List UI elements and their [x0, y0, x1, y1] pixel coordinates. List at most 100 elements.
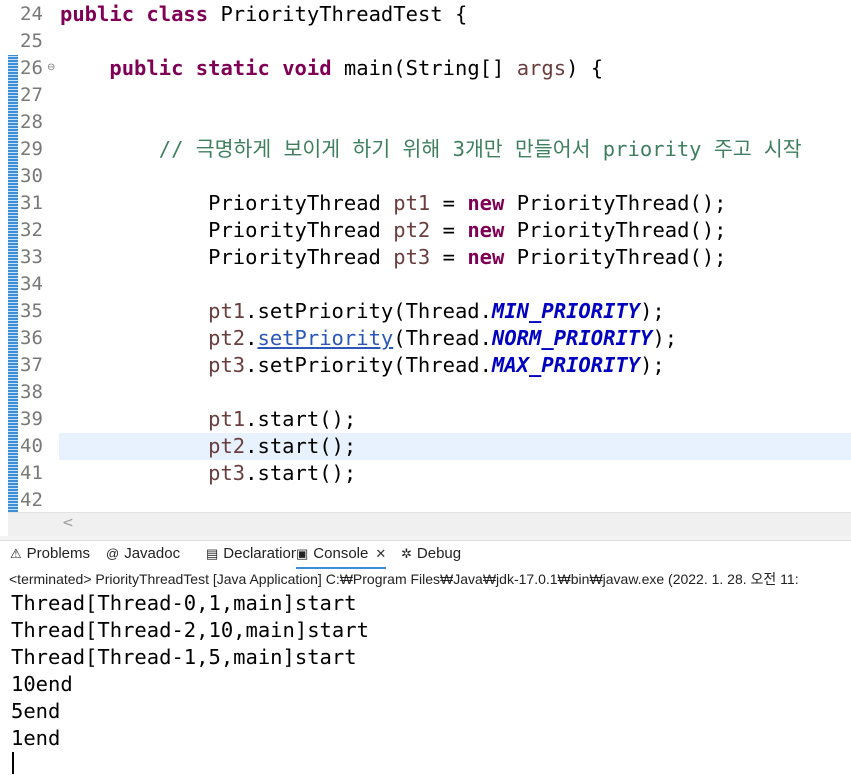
line-number: 32: [20, 219, 43, 241]
line-number: 34: [20, 273, 43, 295]
code-token: );: [640, 299, 665, 323]
code-token: PriorityThread();: [516, 245, 727, 269]
code-token: pt3: [208, 461, 246, 485]
code-token: MAX_PRIORITY: [491, 353, 641, 377]
code-line[interactable]: PriorityThread pt1 = new PriorityThread(…: [60, 190, 727, 217]
tab-declaration[interactable]: ▤ Declaration: [206, 541, 299, 567]
horizontal-scrollbar[interactable]: <: [8, 512, 851, 537]
line-number: 30: [20, 165, 43, 187]
fold-icon[interactable]: ⊖: [47, 62, 55, 73]
console-line: Thread[Thread-0,1,main]start: [11, 591, 357, 615]
scroll-left-icon[interactable]: <: [62, 515, 74, 531]
tab-console[interactable]: ▣ Console ✕: [296, 541, 387, 569]
code-token: pt3: [208, 353, 246, 377]
code-token: PriorityThread: [60, 245, 394, 269]
code-token: .: [245, 326, 258, 350]
close-icon[interactable]: ✕: [375, 541, 386, 567]
debug-icon: ✲: [401, 546, 412, 561]
code-token: args: [516, 56, 567, 80]
line-number: 40: [20, 435, 43, 457]
code-line[interactable]: public static void main(String[] args) {: [60, 55, 603, 82]
code-token: .setPriority(Thread.: [245, 353, 492, 377]
line-number: 39: [20, 408, 43, 430]
code-token: NORM_PRIORITY: [492, 326, 653, 350]
problems-icon: ⚠: [10, 546, 22, 561]
console-output[interactable]: Thread[Thread-0,1,main]start Thread[Threa…: [0, 590, 851, 775]
tab-problems[interactable]: ⚠ Problems: [10, 541, 90, 567]
line-number: 26: [20, 57, 43, 79]
code-token: main(String[]: [343, 56, 517, 80]
code-token: new: [467, 191, 517, 215]
code-token: pt2: [393, 218, 431, 242]
code-token: new: [467, 245, 517, 269]
code-token: pt1: [393, 191, 431, 215]
console-line: 10end: [11, 672, 73, 696]
console-line: 1end: [11, 726, 61, 750]
console-line: 5end: [11, 699, 61, 723]
code-token: =: [430, 191, 468, 215]
code-line[interactable]: PriorityThread pt3 = new PriorityThread(…: [60, 244, 727, 271]
line-number: 36: [20, 327, 43, 349]
code-token: PriorityThread: [60, 218, 394, 242]
code-token: pt1: [208, 407, 246, 431]
code-line[interactable]: PriorityThread pt2 = new PriorityThread(…: [60, 217, 726, 244]
code-line[interactable]: pt3.setPriority(Thread.MAX_PRIORITY);: [60, 352, 665, 379]
code-token: void: [282, 56, 344, 80]
code-token: public: [60, 2, 147, 26]
code-token: pt1: [208, 299, 246, 323]
code-token: PriorityThreadTest {: [220, 2, 468, 26]
tab-label: Debug: [416, 545, 462, 562]
code-line[interactable]: public class PriorityThreadTest {: [60, 1, 467, 28]
tab-label: Problems: [26, 545, 91, 562]
line-number: 28: [20, 111, 43, 133]
code-token: new: [467, 218, 517, 242]
code-line[interactable]: pt3.start();: [60, 460, 356, 487]
code-line[interactable]: pt2.setPriority(Thread.NORM_PRIORITY);: [60, 325, 677, 352]
method-link[interactable]: setPriority: [257, 326, 393, 350]
line-number: 42: [20, 489, 43, 511]
code-editor[interactable]: ⊖ 24 public class PriorityThreadTest {25 2…: [0, 0, 851, 540]
code-token: (Thread.: [393, 326, 492, 350]
console-line: Thread[Thread-2,10,main]start: [11, 618, 369, 642]
console-status-line: <terminated> PriorityThreadTest [Java Ap…: [9, 571, 799, 587]
code-token: public: [109, 56, 196, 80]
line-number: 33: [20, 246, 43, 268]
code-line[interactable]: pt1.start();: [60, 406, 356, 433]
code-token: =: [430, 218, 468, 242]
code-token: PriorityThread: [60, 191, 394, 215]
code-line[interactable]: // 극명하게 보이게 하기 위해 3개만 만들어서 priority 주고 시…: [60, 136, 802, 163]
line-number: 38: [20, 381, 43, 403]
code-token: pt3: [393, 245, 431, 269]
code-token: .setPriority(Thread.: [245, 299, 492, 323]
code-token: );: [652, 326, 678, 350]
code-token: pt2: [208, 326, 246, 350]
code-token: pt2: [208, 434, 246, 458]
tab-label: Javadoc: [124, 545, 181, 562]
code-token: ) {: [566, 56, 604, 80]
tab-label: Declaration: [223, 545, 300, 562]
line-number: 27: [20, 84, 43, 106]
code-token: static: [195, 56, 283, 80]
tab-javadoc[interactable]: @ Javadoc: [106, 541, 180, 567]
code-token: .start();: [245, 461, 357, 485]
javadoc-icon: @: [106, 546, 120, 561]
line-number: 35: [20, 300, 43, 322]
code-line[interactable]: pt1.setPriority(Thread.MIN_PRIORITY);: [60, 298, 665, 325]
code-token: );: [640, 353, 665, 377]
code-token: =: [430, 245, 468, 269]
tab-label: Console: [313, 545, 369, 562]
line-number: 37: [20, 354, 43, 376]
code-line[interactable]: pt2.start();: [60, 433, 356, 460]
line-number: 24: [20, 3, 43, 25]
console-icon: ▣: [296, 546, 309, 561]
line-number: 31: [20, 192, 43, 214]
tab-debug[interactable]: ✲ Debug: [401, 541, 461, 567]
code-token: PriorityThread();: [516, 191, 727, 215]
